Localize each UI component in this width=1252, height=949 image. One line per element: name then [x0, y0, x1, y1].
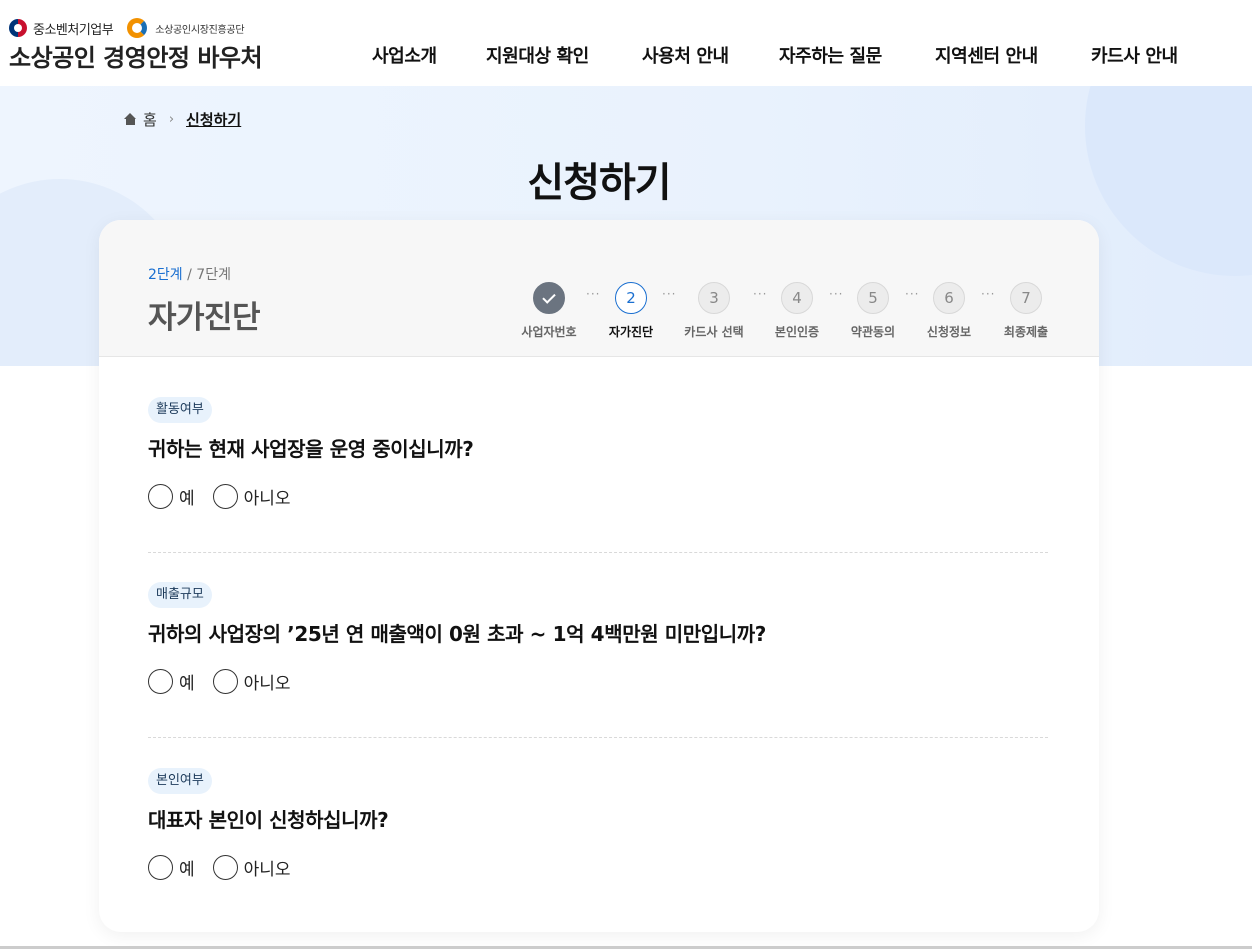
- step-7-label: 최종제출: [1003, 325, 1049, 339]
- step-indicator: 2단계 / 7단계: [148, 264, 231, 284]
- option-no[interactable]: 아니오: [212, 668, 291, 694]
- question-activity: 활동여부 귀하는 현재 사업장을 운영 중이십니까? 예 아니오: [148, 397, 1048, 509]
- option-no-label: 아니오: [243, 488, 291, 509]
- question-tag: 활동여부: [148, 397, 212, 423]
- current-step-count: 2단계: [148, 267, 183, 283]
- ministry-name: 중소벤처기업부: [33, 22, 114, 38]
- stepper: 사업자번호 ··· 2 자가진단 ··· 3 카드사 선택 ··· 4 본인인증…: [99, 282, 1099, 342]
- question-text: 귀하는 현재 사업장을 운영 중이십니까?: [148, 437, 474, 461]
- radio-yes[interactable]: [148, 483, 173, 509]
- question-tag: 매출규모: [148, 582, 212, 608]
- logo-top[interactable]: 중소벤처기업부 소상공인시장진흥공단: [9, 18, 245, 38]
- option-yes[interactable]: 예: [148, 483, 195, 509]
- option-yes-label: 예: [179, 488, 195, 509]
- total-step-count: 7단계: [196, 267, 231, 283]
- divider: [148, 552, 1048, 553]
- main-nav: 사업소개 지원대상 확인 사용처 안내 자주하는 질문 지역센터 안내 카드사 …: [0, 42, 1252, 70]
- agency-name: 소상공인시장진흥공단: [155, 24, 245, 36]
- radio-no[interactable]: [212, 483, 238, 509]
- question-identity: 본인여부 대표자 본인이 신청하십니까? 예 아니오: [148, 768, 1048, 880]
- breadcrumb-home[interactable]: 홈: [143, 109, 157, 130]
- breadcrumb-current[interactable]: 신청하기: [186, 109, 241, 130]
- nav-item-regional-centers[interactable]: 지역센터 안내: [935, 42, 1038, 68]
- step-4-circle: 4: [781, 282, 813, 314]
- answer-options: 예 아니오: [148, 483, 291, 509]
- option-no-label: 아니오: [243, 673, 291, 694]
- option-yes-label: 예: [179, 673, 195, 694]
- progress-header: 2단계 / 7단계 자가진단 사업자번호 ··· 2 자가진단 ··· 3 카드…: [99, 220, 1099, 357]
- step-1-label: 사업자번호: [521, 325, 577, 339]
- question-text: 귀하의 사업장의 ’25년 연 매출액이 0원 초과 ~ 1억 4백만원 미만입…: [148, 622, 766, 646]
- step-3-label: 카드사 선택: [684, 325, 744, 339]
- site-header: 중소벤처기업부 소상공인시장진흥공단 소상공인 경영안정 바우처 사업소개 지원…: [0, 0, 1252, 86]
- answer-options: 예 아니오: [148, 854, 291, 880]
- radio-yes[interactable]: [148, 668, 173, 694]
- nav-item-faq[interactable]: 자주하는 질문: [779, 42, 882, 68]
- answer-options: 예 아니오: [148, 668, 291, 694]
- step-6-circle: 6: [933, 282, 965, 314]
- option-yes-label: 예: [179, 859, 195, 880]
- step-dots: ···: [586, 287, 601, 301]
- step-dots: ···: [662, 287, 677, 301]
- step-1-circle: [533, 282, 565, 314]
- step-6-label: 신청정보: [926, 325, 972, 339]
- divider: [148, 737, 1048, 738]
- step-3-circle: 3: [698, 282, 730, 314]
- option-no-label: 아니오: [243, 859, 291, 880]
- nav-item-usage-places[interactable]: 사용처 안내: [642, 42, 729, 68]
- step-dots: ···: [981, 287, 996, 301]
- step-dots: ···: [905, 287, 920, 301]
- nav-item-eligibility[interactable]: 지원대상 확인: [486, 42, 589, 68]
- chevron-right-icon: ›: [168, 111, 175, 127]
- breadcrumb: 홈 › 신청하기: [124, 108, 241, 130]
- application-card: 2단계 / 7단계 자가진단 사업자번호 ··· 2 자가진단 ··· 3 카드…: [99, 220, 1099, 932]
- step-5-circle: 5: [857, 282, 889, 314]
- radio-no[interactable]: [212, 854, 238, 880]
- option-no[interactable]: 아니오: [212, 483, 291, 509]
- option-yes[interactable]: 예: [148, 854, 195, 880]
- step-separator: /: [182, 267, 197, 283]
- check-icon: [542, 289, 556, 304]
- home-icon[interactable]: [124, 113, 137, 125]
- step-2-label: 자가진단: [608, 325, 654, 339]
- page-title: 신청하기: [527, 160, 671, 206]
- step-4-label: 본인인증: [774, 325, 820, 339]
- radio-no[interactable]: [212, 668, 238, 694]
- step-5-label: 약관동의: [850, 325, 896, 339]
- question-text: 대표자 본인이 신청하십니까?: [148, 808, 389, 832]
- nav-item-business-intro[interactable]: 사업소개: [372, 42, 437, 68]
- step-dots: ···: [829, 287, 844, 301]
- government-emblem-icon: [9, 19, 27, 37]
- radio-yes[interactable]: [148, 854, 173, 880]
- question-revenue: 매출규모 귀하의 사업장의 ’25년 연 매출액이 0원 초과 ~ 1억 4백만…: [148, 582, 1048, 694]
- step-2-circle: 2: [615, 282, 647, 314]
- option-yes[interactable]: 예: [148, 668, 195, 694]
- step-dots: ···: [753, 287, 768, 301]
- question-tag: 본인여부: [148, 768, 212, 794]
- step-7-circle: 7: [1010, 282, 1042, 314]
- option-no[interactable]: 아니오: [212, 854, 291, 880]
- agency-emblem-icon: [127, 18, 149, 38]
- nav-item-card-companies[interactable]: 카드사 안내: [1091, 42, 1178, 68]
